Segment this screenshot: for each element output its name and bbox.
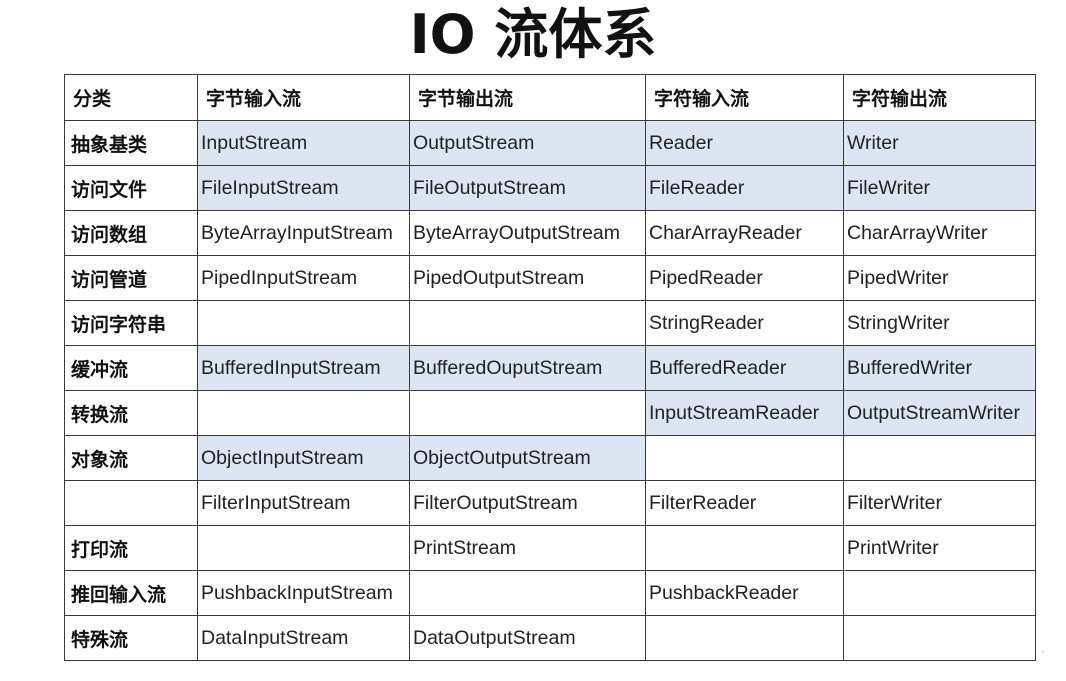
stream-class-cell (197, 300, 410, 346)
stream-class-cell: CharArrayWriter (843, 210, 1036, 256)
stream-class-cell: Reader (645, 120, 844, 166)
stream-class-cell: FilterInputStream (197, 480, 410, 526)
stream-class-cell: OutputStream (409, 120, 646, 166)
stream-class-cell (645, 435, 844, 481)
header-char-input: 字符输入流 (645, 74, 844, 121)
header-char-output: 字符输出流 (843, 74, 1036, 121)
stream-class-cell (197, 525, 410, 571)
stream-class-cell: StringWriter (843, 300, 1036, 346)
stream-class-cell: BufferedReader (645, 345, 844, 391)
row-category-label: 特殊流 (64, 615, 198, 661)
stream-class-cell: FileOutputStream (409, 165, 646, 211)
stream-class-cell (409, 390, 646, 436)
stream-class-cell: BufferedOuputStream (409, 345, 646, 391)
stream-class-cell (645, 615, 844, 661)
stream-class-cell: FilterReader (645, 480, 844, 526)
stream-class-cell: FilterOutputStream (409, 480, 646, 526)
stream-class-cell: BufferedInputStream (197, 345, 410, 391)
stream-class-cell: DataOutputStream (409, 615, 646, 661)
row-category-label: 转换流 (64, 390, 198, 436)
stream-class-cell: FileInputStream (197, 165, 410, 211)
table-row: 特殊流 DataInputStream DataOutputStream (64, 615, 1036, 661)
header-category: 分类 (64, 74, 198, 121)
stream-class-cell: PushbackInputStream (197, 570, 410, 616)
stream-class-cell: ByteArrayOutputStream (409, 210, 646, 256)
header-byte-output: 字节输出流 (409, 74, 646, 121)
header-row: 分类 字节输入流 字节输出流 字符输入流 字符输出流 (64, 74, 1036, 121)
stream-class-cell: FileReader (645, 165, 844, 211)
stream-class-cell: ObjectInputStream (197, 435, 410, 481)
row-category-label: 访问数组 (64, 210, 198, 256)
row-category-label: 访问文件 (64, 165, 198, 211)
stream-class-cell: FileWriter (843, 165, 1036, 211)
stream-class-cell: InputStreamReader (645, 390, 844, 436)
row-category-label: 推回输入流 (64, 570, 198, 616)
table-row: 打印流 PrintStream PrintWriter (64, 525, 1036, 571)
stream-class-cell: CharArrayReader (645, 210, 844, 256)
stream-class-cell: FilterWriter (843, 480, 1036, 526)
row-category-label: 缓冲流 (64, 345, 198, 391)
table-body: 抽象基类 InputStream OutputStream Reader Writer 访… (64, 120, 1036, 661)
row-category-label: 打印流 (64, 525, 198, 571)
table-row: 缓冲流 BufferedInputStream BufferedOuputStrea… (64, 345, 1036, 391)
stream-class-cell: InputStream (197, 120, 410, 166)
stream-class-cell (843, 615, 1036, 661)
stream-class-cell: BufferedWriter (843, 345, 1036, 391)
table-row: 推回输入流 PushbackInputStream PushbackReader (64, 570, 1036, 616)
stream-class-cell (843, 570, 1036, 616)
stream-class-cell: PrintStream (409, 525, 646, 571)
stream-class-cell: PrintWriter (843, 525, 1036, 571)
table-row: 访问数组 ByteArrayInputStream ByteArrayOutputS… (64, 210, 1036, 256)
stream-class-cell (409, 570, 646, 616)
header-byte-input: 字节输入流 (197, 74, 410, 121)
table-row: 转换流 InputStreamReader OutputStreamWriter (64, 390, 1036, 436)
row-category-label: 访问字符串 (64, 300, 198, 346)
stream-class-cell: StringReader (645, 300, 844, 346)
stream-class-cell: PushbackReader (645, 570, 844, 616)
table-row: 访问文件 FileInputStream FileOutputStream FileR… (64, 165, 1036, 211)
stream-class-cell: Writer (843, 120, 1036, 166)
page-title: IO 流体系 (409, 3, 657, 66)
table-row: 访问字符串 StringReader StringWriter (64, 300, 1036, 346)
stream-class-cell: PipedWriter (843, 255, 1036, 301)
stream-class-cell: PipedInputStream (197, 255, 410, 301)
table-row: 对象流 ObjectInputStream ObjectOutputStream (64, 435, 1036, 481)
stream-class-cell (197, 390, 410, 436)
stream-class-cell: ObjectOutputStream (409, 435, 646, 481)
stream-class-cell (645, 525, 844, 571)
watermark-mark: · (1040, 640, 1047, 664)
stream-class-cell: ByteArrayInputStream (197, 210, 410, 256)
row-category-label: 对象流 (64, 435, 198, 481)
stream-class-cell: OutputStreamWriter (843, 390, 1036, 436)
io-stream-table: 分类 字节输入流 字节输出流 字符输入流 字符输出流 抽象基类 InputStre… (64, 74, 1036, 661)
row-category-label (64, 480, 198, 526)
stream-class-cell: PipedReader (645, 255, 844, 301)
stream-class-cell (409, 300, 646, 346)
table-row: FilterInputStream FilterOutputStream Filte… (64, 480, 1036, 526)
row-category-label: 访问管道 (64, 255, 198, 301)
stream-class-cell: PipedOutputStream (409, 255, 646, 301)
stream-class-cell (843, 435, 1036, 481)
stream-class-cell: DataInputStream (197, 615, 410, 661)
table-row: 访问管道 PipedInputStream PipedOutputStream Pip… (64, 255, 1036, 301)
row-category-label: 抽象基类 (64, 120, 198, 166)
table-row: 抽象基类 InputStream OutputStream Reader Writer (64, 120, 1036, 166)
